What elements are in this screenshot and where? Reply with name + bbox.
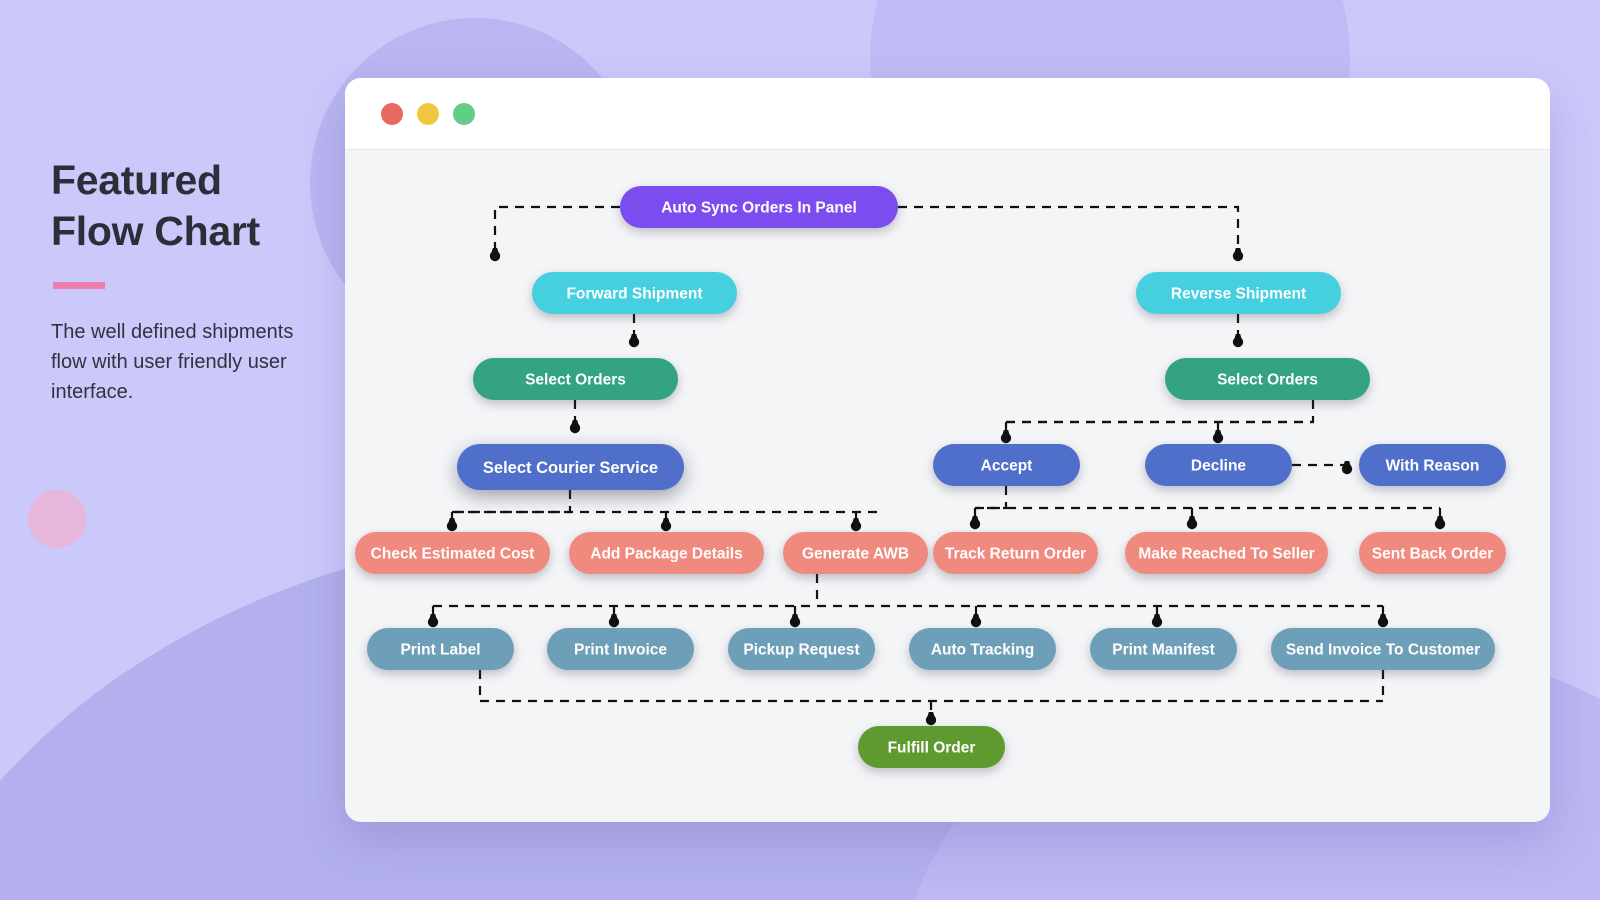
flowchart-node-layer: Auto Sync Orders In Panel Forward Shipmen…	[355, 186, 1506, 768]
flow-edge-terminator-stem	[970, 516, 980, 525]
flow-node-courier[interactable]: Select Courier Service	[457, 444, 684, 490]
flow-node-with_reason[interactable]: With Reason	[1359, 444, 1506, 486]
flow-node-shape	[547, 628, 694, 670]
flow-node-auto_tracking[interactable]: Auto Tracking	[909, 628, 1056, 670]
flow-node-track_return[interactable]: Track Return Order	[933, 532, 1098, 574]
flow-node-shape	[1145, 444, 1292, 486]
flow-node-print_manifest[interactable]: Print Manifest	[1090, 628, 1237, 670]
flow-node-shape	[1359, 444, 1506, 486]
flow-edge-terminator-stem	[1213, 430, 1223, 439]
intro-panel: Featured Flow Chart The well defined shi…	[51, 155, 321, 408]
flow-node-shape	[1271, 628, 1495, 670]
flow-edge-terminator-stem	[1233, 248, 1243, 257]
flow-node-forward[interactable]: Forward Shipment	[532, 272, 737, 314]
browser-window: Auto Sync Orders In Panel Forward Shipmen…	[345, 78, 1550, 822]
window-title-bar	[345, 78, 1550, 150]
flow-edge-terminator-stem	[1378, 614, 1388, 623]
flow-edge-terminator-stem	[1342, 461, 1352, 470]
flow-edge-terminator-stem	[1152, 614, 1162, 623]
page-root: Featured Flow Chart The well defined shi…	[0, 0, 1600, 900]
decorative-circle-pink	[28, 490, 86, 548]
flow-node-shape	[1136, 272, 1341, 314]
flow-edge-terminator-stem	[1233, 334, 1243, 343]
flow-edge-terminator-stem	[790, 614, 800, 623]
flow-edge-terminator-stem	[447, 518, 457, 527]
flow-node-shape	[1359, 532, 1506, 574]
flow-node-shape	[858, 726, 1005, 768]
flow-node-shape	[1165, 358, 1370, 400]
flow-node-fulfill_order[interactable]: Fulfill Order	[858, 726, 1005, 768]
flow-edge-terminator-stem	[971, 614, 981, 623]
flow-edge-terminator-stem	[609, 614, 619, 623]
flow-node-pickup_request[interactable]: Pickup Request	[728, 628, 875, 670]
close-icon[interactable]	[381, 102, 403, 125]
flow-edge-auto-sync-to-reverse	[898, 205, 1240, 252]
flow-node-shape	[569, 532, 764, 574]
flow-node-shape	[367, 628, 514, 670]
flow-node-shape	[909, 628, 1056, 670]
flow-node-check_cost[interactable]: Check Estimated Cost	[355, 532, 550, 574]
flow-edge-terminator-stem	[1001, 430, 1011, 439]
flow-edge-terminator-stem	[1187, 516, 1197, 525]
flow-node-decline[interactable]: Decline	[1145, 444, 1292, 486]
flow-node-reverse[interactable]: Reverse Shipment	[1136, 272, 1341, 314]
flow-node-make_reached[interactable]: Make Reached To Seller	[1125, 532, 1328, 574]
flow-node-shape	[1125, 532, 1328, 574]
minimize-icon[interactable]	[417, 102, 439, 125]
flow-node-shape	[1090, 628, 1237, 670]
flow-node-shape	[933, 444, 1080, 486]
flow-node-print_label[interactable]: Print Label	[367, 628, 514, 670]
page-title: Featured Flow Chart	[51, 157, 260, 255]
maximize-icon[interactable]	[453, 102, 475, 125]
flowchart-canvas: Auto Sync Orders In Panel Forward Shipmen…	[345, 150, 1550, 822]
flowchart-svg: Auto Sync Orders In Panel Forward Shipmen…	[355, 186, 1506, 768]
flow-node-shape	[728, 628, 875, 670]
flow-edge-terminator-stem	[851, 518, 861, 527]
flow-node-shape	[532, 272, 737, 314]
flow-edge-accept-fanout	[975, 486, 1008, 510]
flow-node-shape	[355, 532, 550, 574]
flow-edge-terminator-stem	[926, 712, 936, 721]
flow-edge-select-r-fanout	[1006, 400, 1315, 424]
flow-node-add_package[interactable]: Add Package Details	[569, 532, 764, 574]
flow-node-auto_sync[interactable]: Auto Sync Orders In Panel	[620, 186, 898, 228]
flow-node-sel_orders_r[interactable]: Select Orders	[1165, 358, 1370, 400]
accent-divider	[53, 281, 105, 289]
flow-node-shape	[457, 444, 684, 490]
flow-node-print_invoice[interactable]: Print Invoice	[547, 628, 694, 670]
flow-edge-terminator-stem	[428, 614, 438, 623]
flow-edge-terminator-stem	[1435, 516, 1445, 525]
flow-node-shape	[473, 358, 678, 400]
flow-node-sel_orders_f[interactable]: Select Orders	[473, 358, 678, 400]
flow-edge-terminator-stem	[490, 248, 500, 257]
flow-node-send_invoice[interactable]: Send Invoice To Customer	[1271, 628, 1495, 670]
flow-node-accept[interactable]: Accept	[933, 444, 1080, 486]
page-subtitle: The well defined shipments flow with use…	[51, 320, 294, 404]
flow-node-shape	[783, 532, 928, 574]
flow-node-shape	[933, 532, 1098, 574]
flow-edge-terminator-stem	[661, 518, 671, 527]
flow-edge-auto-sync-to-forward	[493, 205, 620, 252]
flow-node-sent_back[interactable]: Sent Back Order	[1359, 532, 1506, 574]
flow-edge-terminator-stem	[629, 334, 639, 343]
flow-node-generate_awb[interactable]: Generate AWB	[783, 532, 928, 574]
flow-node-shape	[620, 186, 898, 228]
flow-edge-terminator-stem	[570, 420, 580, 429]
flow-edge-courier-to-fanout	[452, 490, 572, 514]
